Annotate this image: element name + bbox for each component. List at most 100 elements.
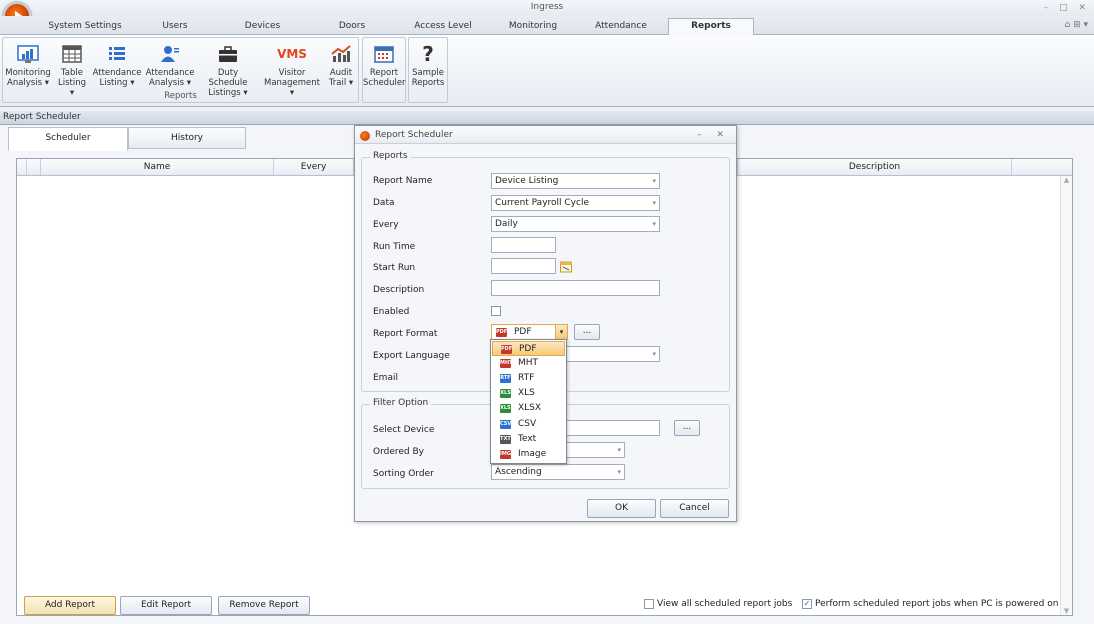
dialog-title: Report Scheduler bbox=[375, 130, 453, 140]
chevron-down-icon: ▾ bbox=[617, 468, 621, 476]
tab-devices[interactable]: Devices bbox=[235, 19, 290, 35]
ribbon: Monitoring Analysis ▾ Table Listing ▾ At… bbox=[0, 35, 1094, 107]
ribbon-options-icon[interactable]: ⌂ ⊞ ▾ bbox=[1065, 20, 1089, 30]
select-device-label: Select Device bbox=[373, 425, 435, 435]
sample-reports-label1: Sample bbox=[412, 68, 444, 78]
sample-reports-label2: Reports bbox=[411, 78, 445, 88]
description-input[interactable] bbox=[491, 280, 660, 296]
chevron-down-icon[interactable]: ▾ bbox=[555, 324, 568, 340]
pdf-file-icon: PDF bbox=[501, 345, 513, 354]
attendance-analysis-button[interactable]: Attendance Analysis ▾ bbox=[145, 38, 195, 90]
ok-button[interactable]: OK bbox=[587, 499, 656, 518]
cancel-button[interactable]: Cancel bbox=[660, 499, 729, 518]
sorting-order-label: Sorting Order bbox=[373, 469, 434, 479]
table-listing-button[interactable]: Table Listing ▾ bbox=[55, 38, 89, 98]
table-listing-label1: Table bbox=[61, 68, 83, 78]
format-option-xls[interactable]: XLS XLS bbox=[492, 386, 565, 401]
tab-doors[interactable]: Doors bbox=[332, 19, 372, 35]
visitor-management-button[interactable]: VMS Visitor Management ▾ bbox=[261, 38, 323, 98]
perform-jobs-label: Perform scheduled report jobs when PC is… bbox=[815, 599, 1059, 609]
export-language-label: Export Language bbox=[373, 351, 450, 361]
subtab-history[interactable]: History bbox=[128, 127, 246, 149]
window-controls[interactable]: – □ ✕ bbox=[1044, 1, 1090, 15]
email-label: Email bbox=[373, 373, 398, 383]
chevron-down-icon: ▾ bbox=[652, 220, 656, 228]
report-format-select[interactable]: PDF PDF ▾ bbox=[491, 324, 568, 340]
select-device-button[interactable]: ... bbox=[674, 420, 700, 436]
reports-legend: Reports bbox=[370, 151, 411, 161]
reports-group: Monitoring Analysis ▾ Table Listing ▾ At… bbox=[2, 37, 359, 103]
grid-scrollbar[interactable]: ▲ ▼ bbox=[1060, 176, 1072, 615]
enabled-checkbox[interactable] bbox=[491, 306, 501, 316]
window-title: Ingress bbox=[530, 2, 564, 12]
report-name-select[interactable]: Device Listing ▾ bbox=[491, 173, 660, 189]
chart-icon bbox=[17, 45, 39, 63]
add-report-button[interactable]: Add Report bbox=[24, 596, 116, 615]
panel-title: Report Scheduler bbox=[0, 111, 1094, 125]
grid-col-check bbox=[27, 159, 41, 175]
ordered-by-label: Ordered By bbox=[373, 447, 424, 457]
view-all-jobs-checkbox[interactable] bbox=[644, 599, 654, 609]
monitoring-analysis-button[interactable]: Monitoring Analysis ▾ bbox=[3, 38, 53, 90]
grid-col-description[interactable]: Description bbox=[737, 159, 1012, 175]
image-file-icon: IMG bbox=[500, 450, 511, 459]
format-option-label: CSV bbox=[518, 419, 537, 429]
tab-attendance[interactable]: Attendance bbox=[588, 19, 654, 35]
format-option-mht[interactable]: MHT MHT bbox=[492, 356, 565, 371]
app-logo-icon bbox=[360, 131, 370, 141]
data-label: Data bbox=[373, 198, 395, 208]
audit-trail-label2: Trail ▾ bbox=[328, 78, 354, 88]
run-time-input[interactable] bbox=[491, 237, 556, 253]
edit-report-button[interactable]: Edit Report bbox=[120, 596, 212, 615]
sorting-order-select[interactable]: Ascending ▾ bbox=[491, 464, 625, 480]
sample-reports-button[interactable]: ? Sample Reports bbox=[409, 38, 447, 90]
start-run-input[interactable] bbox=[491, 258, 556, 274]
chevron-down-icon: ▾ bbox=[652, 199, 656, 207]
duty-schedule-label1: Duty Schedule bbox=[208, 68, 248, 88]
format-option-label: PDF bbox=[519, 344, 537, 354]
format-options-button[interactable]: ... bbox=[574, 324, 600, 340]
monitoring-analysis-label2: Analysis ▾ bbox=[7, 78, 49, 88]
mht-file-icon: MHT bbox=[500, 359, 513, 368]
data-value: Current Payroll Cycle bbox=[495, 198, 589, 208]
duty-schedule-listings-button[interactable]: Duty Schedule Listings ▾ bbox=[197, 38, 259, 98]
grid-col-every[interactable]: Every bbox=[274, 159, 354, 175]
chevron-down-icon: ▾ bbox=[617, 446, 621, 454]
tab-reports[interactable]: Reports bbox=[668, 18, 754, 36]
format-option-rtf[interactable]: RTF RTF bbox=[492, 371, 565, 386]
attendance-listing-button[interactable]: Attendance Listing ▾ bbox=[91, 38, 143, 90]
ribbon-group-label: Reports bbox=[164, 91, 197, 101]
rtf-file-icon: RTF bbox=[500, 374, 511, 383]
audit-trail-button[interactable]: Audit Trail ▾ bbox=[325, 38, 357, 90]
remove-report-button[interactable]: Remove Report bbox=[218, 596, 310, 615]
audit-trail-label1: Audit bbox=[329, 68, 353, 78]
xlsx-file-icon: XLSX bbox=[500, 404, 515, 413]
tab-access-level[interactable]: Access Level bbox=[408, 19, 478, 35]
subtab-scheduler[interactable]: Scheduler bbox=[8, 127, 128, 151]
report-format-label: Report Format bbox=[373, 329, 438, 339]
format-option-image[interactable]: IMG Image bbox=[492, 447, 565, 462]
calendar-picker-icon[interactable] bbox=[560, 261, 572, 273]
perform-jobs-checkbox[interactable]: ✓ bbox=[802, 599, 812, 609]
tab-users[interactable]: Users bbox=[150, 19, 200, 35]
attendance-analysis-label1: Attendance bbox=[145, 68, 195, 78]
tab-system-settings[interactable]: System Settings bbox=[40, 19, 130, 35]
grid-col-name[interactable]: Name bbox=[41, 159, 274, 175]
format-option-csv[interactable]: CSV CSV bbox=[492, 417, 565, 432]
report-name-label: Report Name bbox=[373, 176, 433, 186]
text-file-icon: TXT bbox=[500, 435, 511, 444]
format-option-text[interactable]: TXT Text bbox=[492, 432, 565, 447]
every-select[interactable]: Daily ▾ bbox=[491, 216, 660, 232]
dialog-window-controls[interactable]: – ✕ bbox=[697, 126, 730, 144]
format-option-xlsx[interactable]: XLSX XLSX bbox=[492, 401, 565, 416]
tab-monitoring[interactable]: Monitoring bbox=[498, 19, 568, 35]
chevron-down-icon: ▾ bbox=[652, 350, 656, 358]
ribbon-tabs: System Settings Users Devices Doors Acce… bbox=[0, 16, 1094, 36]
format-option-label: MHT bbox=[518, 358, 539, 368]
list-icon bbox=[109, 47, 125, 60]
data-select[interactable]: Current Payroll Cycle ▾ bbox=[491, 195, 660, 211]
calendar-icon bbox=[374, 46, 394, 63]
every-label: Every bbox=[373, 220, 399, 230]
format-option-pdf[interactable]: PDF PDF bbox=[492, 341, 565, 356]
report-scheduler-button[interactable]: Report Scheduler bbox=[363, 38, 406, 90]
